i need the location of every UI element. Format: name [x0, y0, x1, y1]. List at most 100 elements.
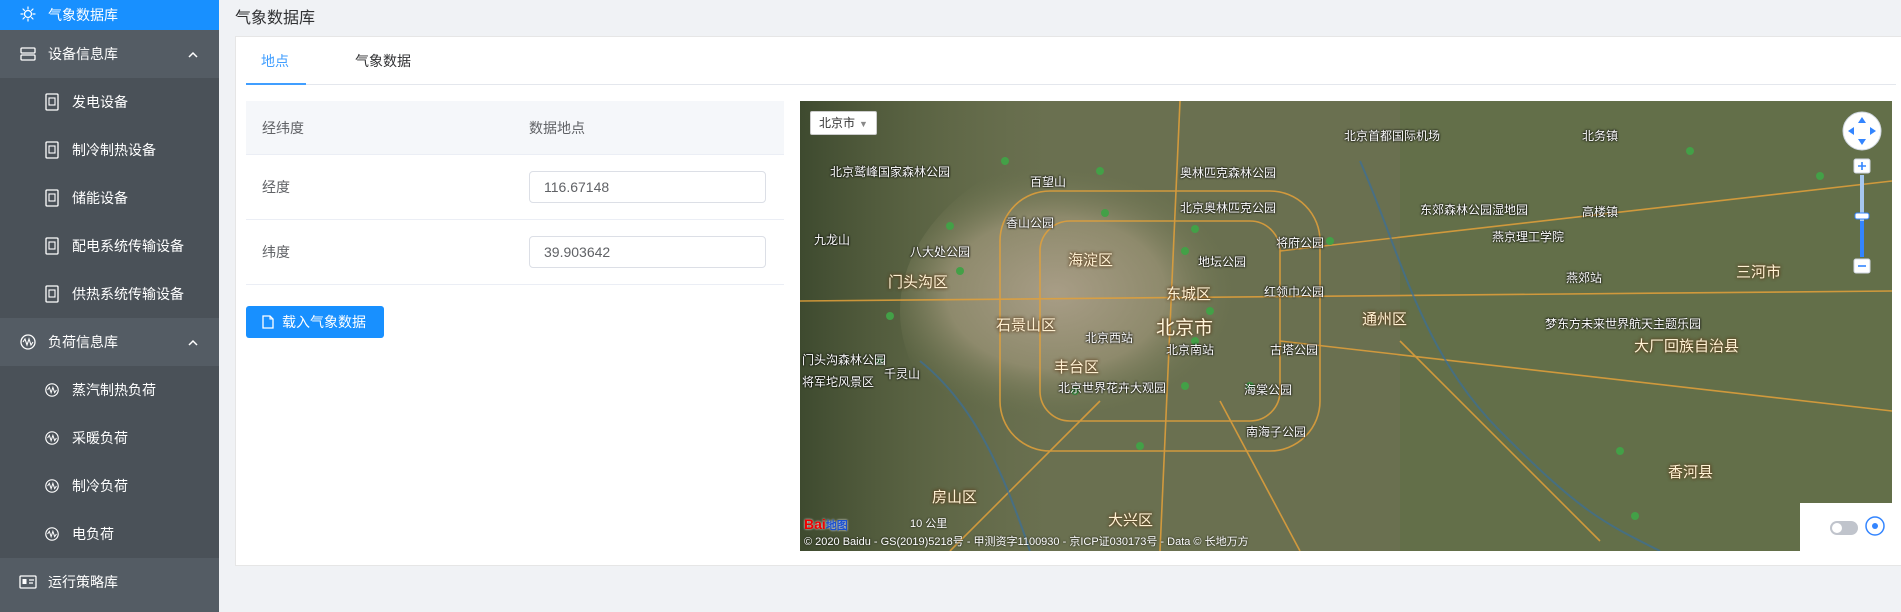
longitude-input[interactable] [529, 171, 766, 203]
map-label-place: 北务镇 [1582, 129, 1619, 143]
sidebar-item-label: 电负荷 [72, 526, 114, 542]
wave-icon [18, 332, 38, 352]
wave-icon [42, 476, 62, 496]
tab-label: 地点 [261, 53, 289, 69]
map-label-place: 北京西站 [1085, 331, 1134, 345]
map-label-place: 八大处公园 [910, 245, 971, 259]
map-label-place: 古塔公园 [1270, 343, 1319, 357]
sidebar-item-power-device[interactable]: 发电设备 [0, 78, 219, 126]
zoom-in-button[interactable] [1854, 159, 1870, 173]
city-select-value: 北京市 [819, 116, 856, 130]
logo-suffix: 地图 [825, 520, 848, 532]
map-label-place: 南海子公园 [1246, 425, 1307, 439]
server-icon [18, 44, 38, 64]
latitude-input[interactable] [529, 236, 766, 268]
wave-icon [42, 428, 62, 448]
map-label-place: 北京南站 [1166, 343, 1215, 357]
map-label-place: 将府公园 [1276, 236, 1325, 250]
load-weather-data-button[interactable]: 载入气象数据 [246, 306, 384, 338]
sidebar-item-label: 制冷制热设备 [72, 142, 156, 158]
sidebar-item-electric-load[interactable]: 电负荷 [0, 510, 219, 558]
sidebar-group-label: 负荷信息库 [48, 334, 118, 350]
zoom-out-button[interactable] [1854, 259, 1870, 273]
sidebar-item-label: 气象数据库 [48, 7, 118, 23]
map-label-district: 海淀区 [1068, 252, 1114, 269]
map-type-toggle[interactable] [1830, 521, 1858, 535]
map-label-place: 红领巾公园 [1264, 285, 1325, 299]
sidebar-group-label: 设备信息库 [48, 46, 118, 62]
location-table: 经纬度 数据地点 经度 纬度 [246, 101, 784, 285]
sidebar-item-heating-transmission-device[interactable]: 供热系统传输设备 [0, 270, 219, 318]
sidebar-item-label: 运行策略库 [48, 574, 118, 590]
map-label-place: 海棠公园 [1244, 383, 1293, 397]
map-label-place: 奥林匹克森林公园 [1180, 166, 1277, 180]
map-label-district: 门头沟区 [888, 274, 949, 291]
map-corner-controls [1800, 503, 1892, 551]
map-label-place: 北京首都国际机场 [1344, 129, 1441, 143]
map-label-district: 房山区 [932, 489, 978, 506]
city-select[interactable]: 北京市 ▼ [810, 111, 877, 135]
caret-down-icon: ▼ [859, 119, 868, 129]
location-icon[interactable] [1864, 515, 1886, 540]
sidebar-group-load[interactable]: 负荷信息库 [0, 318, 219, 366]
map-label-place: 北京奥林匹克公园 [1180, 201, 1277, 215]
active-tab-indicator [246, 83, 306, 85]
table-row: 纬度 [246, 220, 784, 285]
map-label-district: 通州区 [1362, 311, 1408, 328]
logo-text: Bai [804, 516, 826, 532]
device-icon [42, 92, 62, 112]
content-card: 地点 气象数据 经纬度 数据地点 经度 纬度 [235, 36, 1901, 566]
tab-label: 气象数据 [355, 53, 411, 69]
baidu-logo: Bai地图 [804, 516, 848, 533]
map-label-district: 香河县 [1668, 464, 1714, 481]
sidebar-item-cooling-load[interactable]: 制冷负荷 [0, 462, 219, 510]
map-label-place: 百望山 [1030, 175, 1067, 189]
satellite-background [800, 101, 1892, 551]
map-label-place: 北京鹫峰国家森林公园 [830, 165, 951, 179]
map-label-district: 石景山区 [996, 317, 1057, 334]
map-label-place: 将军坨风景区 [802, 375, 875, 389]
sidebar-item-strategy-db[interactable]: 运行策略库 [0, 558, 219, 606]
tab-weather-data[interactable]: 气象数据 [355, 37, 411, 85]
sidebar-item-label: 配电系统传输设备 [72, 238, 184, 254]
map-label-place: 门头沟森林公园 [802, 353, 887, 367]
sidebar-item-label: 储能设备 [72, 190, 128, 206]
button-label: 载入气象数据 [282, 314, 366, 330]
sidebar-item-steam-load[interactable]: 蒸汽制热负荷 [0, 366, 219, 414]
column-header: 经纬度 [262, 119, 304, 136]
document-icon [262, 315, 274, 329]
sidebar-item-storage-device[interactable]: 储能设备 [0, 174, 219, 222]
chevron-up-icon [187, 336, 199, 348]
tab-location[interactable]: 地点 [261, 37, 289, 85]
table-row: 经度 [246, 155, 784, 220]
map-label-place: 九龙山 [814, 233, 851, 247]
map-label-place: 地坛公园 [1198, 255, 1247, 269]
main-content: 气象数据库 地点 气象数据 经纬度 数据地点 经度 纬度 [219, 0, 1901, 612]
map-label-district: 东城区 [1166, 286, 1212, 303]
sidebar: 气象数据库 设备信息库 发电设备 制冷制热设备 储能设备 配电系统传输设备 供热… [0, 0, 219, 612]
map-label-place: 梦东方未来世界航天主题乐园 [1545, 317, 1702, 331]
sidebar-item-label: 供热系统传输设备 [72, 286, 184, 302]
sidebar-item-distribution-device[interactable]: 配电系统传输设备 [0, 222, 219, 270]
sidebar-item-hvac-device[interactable]: 制冷制热设备 [0, 126, 219, 174]
device-icon [42, 140, 62, 160]
map-label-city: 北京市 [1156, 318, 1214, 339]
sidebar-item-weather-db[interactable]: 气象数据库 [0, 0, 219, 30]
map-label-place: 香山公园 [1006, 216, 1055, 230]
chevron-up-icon [187, 48, 199, 60]
device-icon [42, 284, 62, 304]
map-label-place: 北京世界花卉大观园 [1058, 381, 1167, 395]
wave-icon [42, 380, 62, 400]
page-title: 气象数据库 [235, 10, 316, 27]
baidu-map[interactable]: 北京市 ▼ 北京市 海淀区 东城区 石景山区 门头沟区 丰台区 房山区 大兴区 通… [800, 101, 1892, 551]
map-label-place: 燕郊站 [1566, 271, 1603, 285]
cloud-sun-icon [18, 5, 38, 25]
map-label-place: 燕京理工学院 [1492, 230, 1565, 244]
sidebar-group-device[interactable]: 设备信息库 [0, 30, 219, 78]
map-label-district: 大厂回族自治县 [1634, 338, 1740, 355]
map-label-place: 千灵山 [884, 367, 921, 381]
tab-bar: 地点 气象数据 [246, 37, 1896, 85]
map-copyright: © 2020 Baidu - GS(2019)5218号 - 甲测资字11009… [804, 536, 1249, 548]
sidebar-item-heating-load[interactable]: 采暖负荷 [0, 414, 219, 462]
sidebar-item-label: 采暖负荷 [72, 430, 128, 446]
